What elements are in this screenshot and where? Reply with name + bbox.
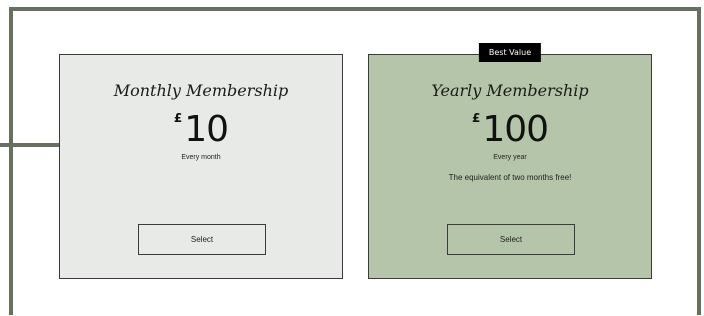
plan-card-yearly: Best Value Yearly Membership £100 Every … xyxy=(368,43,652,279)
billing-period: Every month xyxy=(181,154,221,161)
plan-title: Monthly Membership xyxy=(113,81,289,100)
plan-price: £100 xyxy=(369,112,651,148)
plan-card-monthly: Monthly Membership £10 Every month Selec… xyxy=(59,54,343,279)
billing-period: Every year xyxy=(493,154,527,161)
plan-title: Yearly Membership xyxy=(431,81,589,100)
price-amount: 10 xyxy=(184,109,229,150)
frame-connector-line xyxy=(0,143,68,147)
select-monthly-button[interactable]: Select xyxy=(138,224,266,255)
best-value-badge: Best Value xyxy=(478,43,542,62)
plan-price: £10 xyxy=(60,112,342,148)
currency-symbol: £ xyxy=(173,111,183,125)
price-amount: 100 xyxy=(482,109,549,150)
currency-symbol: £ xyxy=(471,111,481,125)
savings-note: The equivalent of two months free! xyxy=(448,173,572,182)
select-yearly-button[interactable]: Select xyxy=(447,224,575,255)
